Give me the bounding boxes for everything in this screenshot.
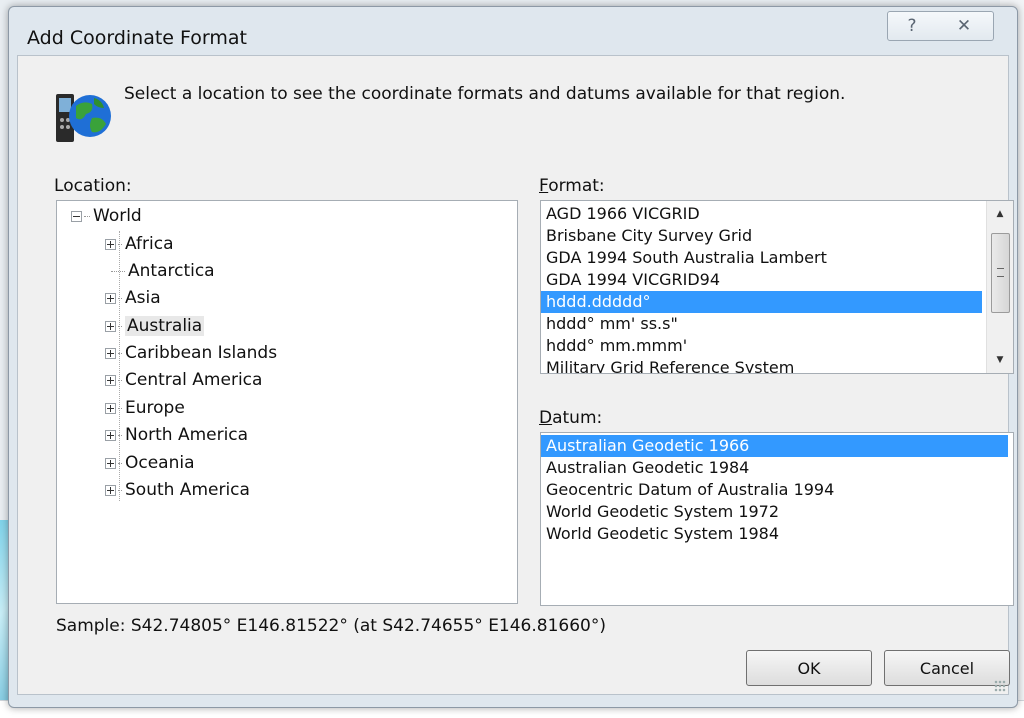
cancel-button[interactable]: Cancel bbox=[884, 650, 1010, 686]
format-item[interactable]: Military Grid Reference System bbox=[541, 357, 982, 373]
collapse-icon[interactable] bbox=[71, 210, 82, 222]
format-item[interactable]: AGD 1966 VICGRID bbox=[541, 203, 982, 225]
expand-icon[interactable] bbox=[105, 292, 116, 304]
location-tree[interactable]: World Africa Antarctica Asia Australia C… bbox=[56, 200, 518, 604]
format-list[interactable]: AGD 1966 VICGRID Brisbane City Survey Gr… bbox=[540, 200, 1014, 374]
sample-text: Sample: S42.74805° E146.81522° (at S42.7… bbox=[56, 616, 606, 636]
tree-item-world[interactable]: World bbox=[71, 203, 142, 229]
datum-list[interactable]: Australian Geodetic 1966 Australian Geod… bbox=[540, 432, 1014, 606]
datum-item-selected[interactable]: Australian Geodetic 1966 bbox=[541, 435, 1008, 457]
tree-item-label: Central America bbox=[125, 370, 263, 390]
tree-item-caribbean-islands[interactable]: Caribbean Islands bbox=[105, 340, 277, 366]
tree-connector bbox=[118, 434, 122, 436]
resize-grip-icon[interactable] bbox=[994, 680, 1006, 692]
tree-connector bbox=[118, 352, 122, 354]
globe-device-icon bbox=[56, 94, 111, 142]
tree-item-label: Australia bbox=[125, 316, 205, 336]
dialog-title: Add Coordinate Format bbox=[27, 27, 247, 49]
format-label: Format: bbox=[539, 176, 605, 196]
tree-item-australia[interactable]: Australia bbox=[105, 313, 205, 339]
tree-connector bbox=[118, 407, 122, 409]
format-scrollbar[interactable]: ▲ ▼ bbox=[986, 201, 1013, 373]
location-label: Location: bbox=[54, 176, 132, 196]
tree-item-africa[interactable]: Africa bbox=[105, 231, 174, 257]
close-button[interactable]: ✕ bbox=[935, 11, 994, 41]
location-label-text: ocation: bbox=[63, 176, 132, 196]
expand-icon[interactable] bbox=[105, 238, 116, 250]
tree-connector bbox=[111, 270, 125, 272]
ok-button[interactable]: OK bbox=[746, 650, 872, 686]
tree-item-label: Caribbean Islands bbox=[125, 343, 278, 363]
tree-connector bbox=[118, 325, 122, 327]
expand-icon[interactable] bbox=[105, 320, 116, 332]
format-item-selected[interactable]: hddd.ddddd° bbox=[541, 291, 982, 313]
help-button[interactable]: ? bbox=[887, 11, 937, 41]
tree-connector bbox=[118, 379, 122, 381]
help-icon: ? bbox=[907, 16, 917, 36]
datum-label-text: atum: bbox=[552, 408, 603, 428]
tree-item-label: Asia bbox=[125, 288, 161, 308]
tree-item-oceania[interactable]: Oceania bbox=[105, 450, 195, 476]
tree-item-label: World bbox=[93, 206, 142, 226]
expand-icon[interactable] bbox=[105, 347, 116, 359]
tree-item-central-america[interactable]: Central America bbox=[105, 367, 262, 393]
scroll-thumb[interactable] bbox=[991, 233, 1010, 313]
location-label-accel: L bbox=[54, 176, 64, 196]
tree-item-antarctica[interactable]: Antarctica bbox=[111, 258, 215, 284]
title-bar[interactable]: Add Coordinate Format ? ✕ bbox=[9, 7, 1017, 55]
tree-item-label: North America bbox=[125, 425, 249, 445]
format-item[interactable]: Brisbane City Survey Grid bbox=[541, 225, 982, 247]
add-coordinate-format-dialog: Add Coordinate Format ? ✕ Select a locat… bbox=[8, 6, 1018, 708]
expand-icon[interactable] bbox=[105, 429, 116, 441]
tree-connector bbox=[84, 215, 90, 217]
expand-icon[interactable] bbox=[105, 484, 116, 496]
tree-connector bbox=[118, 489, 122, 491]
datum-item[interactable]: World Geodetic System 1972 bbox=[541, 501, 1008, 523]
expand-icon[interactable] bbox=[105, 402, 116, 414]
datum-item[interactable]: World Geodetic System 1984 bbox=[541, 523, 1008, 545]
grip-icon bbox=[997, 268, 1004, 277]
tree-item-label: Oceania bbox=[125, 453, 195, 473]
format-item[interactable]: GDA 1994 VICGRID94 bbox=[541, 269, 982, 291]
datum-item[interactable]: Geocentric Datum of Australia 1994 bbox=[541, 479, 1008, 501]
expand-icon[interactable] bbox=[105, 374, 116, 386]
tree-connector bbox=[118, 297, 122, 299]
tree-item-europe[interactable]: Europe bbox=[105, 395, 185, 421]
tree-connector bbox=[118, 462, 122, 464]
tree-item-north-america[interactable]: North America bbox=[105, 422, 248, 448]
expand-icon[interactable] bbox=[105, 457, 116, 469]
scroll-down-icon[interactable]: ▼ bbox=[987, 349, 1013, 371]
tree-item-label: Europe bbox=[125, 398, 185, 418]
datum-label: Datum: bbox=[539, 408, 602, 428]
tree-item-label: Africa bbox=[125, 234, 174, 254]
format-item[interactable]: hddd° mm.mmm' bbox=[541, 335, 982, 357]
datum-item[interactable]: Australian Geodetic 1984 bbox=[541, 457, 1008, 479]
tree-item-asia[interactable]: Asia bbox=[105, 285, 161, 311]
dialog-client-area: Select a location to see the coordinate … bbox=[17, 55, 1014, 695]
format-label-text: ormat: bbox=[548, 176, 605, 196]
tree-item-label: Antarctica bbox=[128, 261, 215, 281]
tree-connector bbox=[118, 243, 122, 245]
format-label-accel: F bbox=[539, 176, 549, 196]
tree-item-south-america[interactable]: South America bbox=[105, 477, 250, 503]
tree-item-label: South America bbox=[125, 480, 250, 500]
format-item[interactable]: GDA 1994 South Australia Lambert bbox=[541, 247, 982, 269]
instruction-text: Select a location to see the coordinate … bbox=[124, 84, 846, 104]
close-icon: ✕ bbox=[956, 16, 972, 36]
format-item[interactable]: hddd° mm' ss.s" bbox=[541, 313, 982, 335]
datum-label-accel: D bbox=[539, 408, 553, 428]
scroll-up-icon[interactable]: ▲ bbox=[987, 203, 1013, 225]
